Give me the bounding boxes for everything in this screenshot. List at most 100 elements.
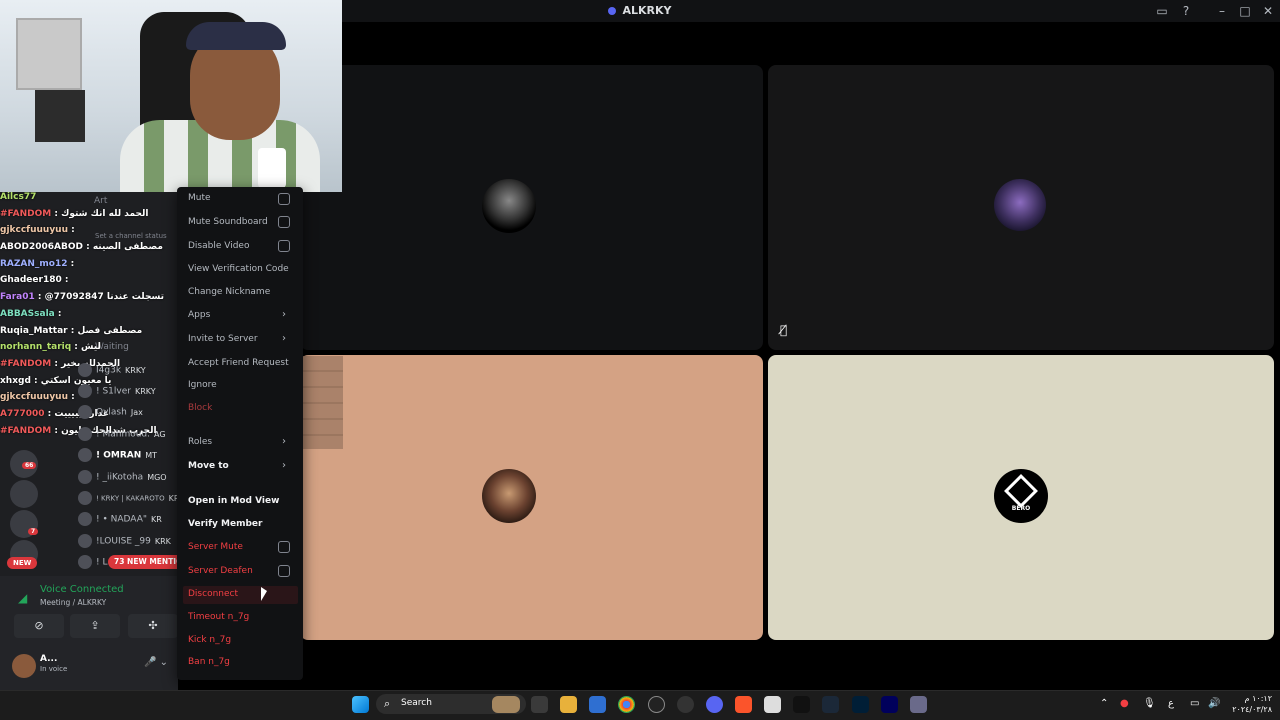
chat-message: norhann_tariq : ليش [0,342,101,353]
menu-item-timeout[interactable]: Timeout n_7g [188,612,249,622]
help-icon[interactable]: ? [1178,3,1194,19]
menu-item-change-nickname[interactable]: Change Nickname [188,287,270,297]
member-avatar [78,512,92,526]
muted-mic-icon: 🎙̸ [780,323,788,337]
windows-taskbar [0,690,1280,720]
unread-badge: 7 [28,528,39,535]
participant-avatar[interactable] [994,179,1046,231]
app-icon[interactable] [910,696,927,713]
voice-member[interactable]: ! • NADAA" KR [78,512,162,532]
menu-item-roles[interactable]: Roles [188,437,212,447]
menu-item-accept-friend-request[interactable]: Accept Friend Request [188,358,289,368]
voice-channel-name[interactable]: Meeting / ALKRKY [40,598,106,607]
voice-status[interactable]: Voice Connected [40,584,124,595]
language-indicator[interactable]: ع [1168,698,1174,709]
voice-member[interactable]: ! L [78,555,111,575]
participant-avatar[interactable] [482,469,536,523]
close-button[interactable]: ✕ [1260,3,1276,19]
chevron-right-icon: › [282,333,286,344]
settings-gear-icon[interactable] [677,696,694,713]
chat-message: #FANDOM : الحمد لله انك شتوك [0,208,149,219]
chrome-icon[interactable] [618,696,635,713]
tray-app-icon[interactable]: ● [1120,698,1129,709]
menu-item-disable-video[interactable]: Disable Video [188,241,249,251]
video-tile[interactable] [300,355,763,640]
user-avatar[interactable] [12,654,36,678]
menu-item-ban[interactable]: Ban n_7g [188,657,230,667]
taskbar-clock[interactable]: ١٠:١٢ م ٢٠٢٤/٠٣/٢٨ [1232,693,1272,715]
screen: ALKRKY ▭ ? – □ ✕ 🎙̸ BERO Art Set a chann… [0,0,1280,720]
photoshop-icon[interactable] [852,696,869,713]
store-icon[interactable] [589,696,606,713]
menu-item-move-to[interactable]: Move to [188,461,229,471]
video-tile[interactable]: BERO [768,355,1274,640]
video-tile[interactable]: 🎙̸ [768,65,1274,350]
discord-icon[interactable] [706,696,723,713]
menu-item-block[interactable]: Block [188,403,212,413]
new-badge[interactable]: NEW [7,557,38,569]
chevron-right-icon: › [282,436,286,447]
menu-item-open-in-mod-view[interactable]: Open in Mod View [188,496,279,506]
mouse-cursor-icon [261,587,267,601]
premiere-icon[interactable] [881,696,898,713]
signal-icon[interactable]: ◢ [18,591,27,605]
server-deafen-checkbox[interactable] [278,565,290,577]
disable-video-checkbox[interactable] [278,240,290,252]
server-mute-checkbox[interactable] [278,541,290,553]
search-input[interactable]: Search [401,698,432,708]
voice-member[interactable]: ! _iiKotoha MGO [78,470,167,490]
activities-button[interactable]: ✣ [128,614,178,638]
brave-icon[interactable] [735,696,752,713]
chat-message: RAZAN_mo12 : [0,258,75,269]
menu-item-server-mute[interactable]: Server Mute [188,542,243,552]
wall-plaque [16,18,82,90]
voice-member[interactable]: !LOUISE _99 KRK [78,534,171,554]
tray-chevron-icon[interactable]: ⌃ [1100,698,1108,709]
app-icon[interactable] [764,696,781,713]
tray-mic-icon[interactable]: 🎙 [1143,698,1156,709]
task-view-icon[interactable] [531,696,548,713]
user-name[interactable]: A... [40,654,57,664]
start-button-icon[interactable] [352,696,369,713]
minimize-button[interactable]: – [1214,3,1230,19]
menu-item-verify-member[interactable]: Verify Member [188,519,262,529]
voice-member[interactable]: I4g3k KRKY [78,363,146,383]
menu-item-invite-to-server[interactable]: Invite to Server [188,334,258,344]
microphone-icon[interactable]: 🎤 ⌄ [144,657,168,668]
voice-member[interactable]: ! Mahmoud. AG [78,427,166,447]
obs-icon[interactable] [648,696,665,713]
maximize-button[interactable]: □ [1237,3,1253,19]
menu-item-view-verification-code[interactable]: View Verification Code [188,264,289,274]
network-icon[interactable]: ▭ [1190,698,1199,709]
member-avatar [78,384,92,398]
voice-member[interactable]: ! S1lver KRKY [78,384,156,404]
menu-item-mute-soundboard[interactable]: Mute Soundboard [188,217,268,227]
chat-message: Ghadeer180 : [0,275,69,286]
voice-member[interactable]: ! KRKY | KAKAROTOKRKY [78,491,189,511]
volume-icon[interactable]: 🔊 [1208,698,1220,709]
mute-checkbox[interactable] [278,193,290,205]
menu-item-kick[interactable]: Kick n_7g [188,635,231,645]
menu-item-mute[interactable]: Mute [188,193,211,203]
menu-item-apps[interactable]: Apps [188,310,210,320]
menu-item-server-deafen[interactable]: Server Deafen [188,566,253,576]
participant-avatar[interactable] [482,179,536,233]
search-highlight-icon [492,696,520,713]
mute-soundboard-checkbox[interactable] [278,216,290,228]
menu-item-disconnect[interactable]: Disconnect [188,589,238,599]
voice-member[interactable]: Ovlash Jax [78,405,143,425]
share-screen-button[interactable]: ⇪ [70,614,120,638]
faded-submenu [302,356,343,449]
capcut-icon[interactable] [793,696,810,713]
server-icon[interactable] [10,480,38,508]
screen-share-icon[interactable]: ▭ [1154,3,1170,19]
participant-avatar[interactable]: BERO [994,469,1048,523]
voice-member[interactable]: ! OMRAN MT [78,448,157,468]
file-explorer-icon[interactable] [560,696,577,713]
menu-item-ignore[interactable]: Ignore [188,380,217,390]
member-avatar [78,534,92,548]
camera-off-button[interactable]: ⊘ [14,614,64,638]
video-tile[interactable] [300,65,763,350]
steam-icon[interactable] [822,696,839,713]
chat-message: Ruqia_Mattar : مصطفى فصل [0,325,143,336]
